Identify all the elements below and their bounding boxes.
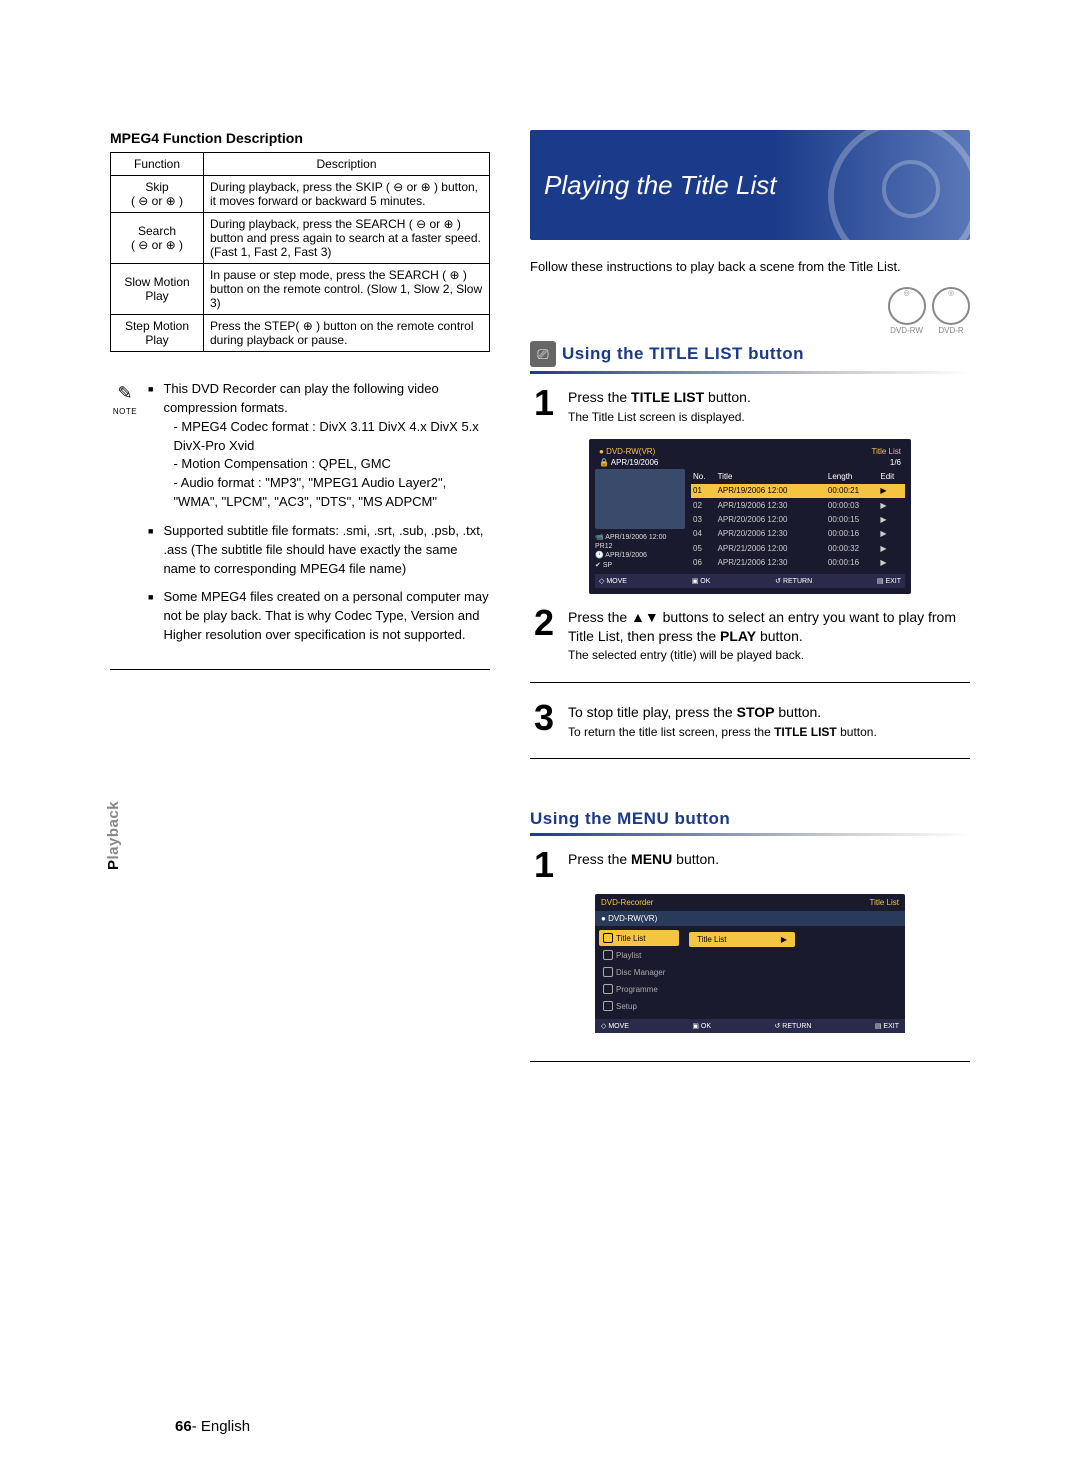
th-function: Function (111, 153, 204, 176)
note-block: ✎NOTE This DVD Recorder can play the fol… (110, 380, 490, 655)
fn-desc: In pause or step mode, press the SEARCH … (204, 264, 490, 315)
fn-name: Step Motion Play (111, 315, 204, 352)
banner-title: Playing the Title List (544, 170, 776, 201)
fn-name: Slow Motion Play (111, 264, 204, 315)
step-1: 1 Press the TITLE LIST button. The Title… (530, 388, 970, 425)
mpeg4-function-table: Function Description Skip( ⊖ or ⊕ ) Duri… (110, 152, 490, 352)
intro-text: Follow these instructions to play back a… (530, 258, 970, 276)
note-text: Supported subtitle file formats: .smi, .… (163, 522, 490, 579)
step-1b: 1 Press the MENU button. (530, 850, 970, 881)
subheading: Using the TITLE LIST button (562, 344, 804, 364)
note-icon: ✎NOTE (110, 380, 140, 655)
dvd-rw-icon: ◎DVD-RW (888, 287, 926, 325)
subheading-menu: Using the MENU button (530, 809, 970, 829)
note-sub: - Motion Compensation : QPEL, GMC (163, 455, 490, 474)
fn-name: Skip (145, 180, 168, 194)
fn-desc: Press the STEP( ⊕ ) button on the remote… (204, 315, 490, 352)
page-footer: 66- English (175, 1418, 250, 1435)
mpeg4-table-title: MPEG4 Function Description (110, 130, 490, 146)
dvd-r-icon: ◎DVD-R (932, 287, 970, 325)
menu-screenshot: DVD-RecorderTitle List ● DVD-RW(VR) Titl… (595, 894, 905, 1033)
note-text: This DVD Recorder can play the following… (163, 381, 438, 415)
note-sub: - MPEG4 Codec format : DivX 3.11 DivX 4.… (163, 418, 490, 456)
step-3: 3 To stop title play, press the STOP but… (530, 703, 970, 740)
step-2: 2 Press the ▲▼ buttons to select an entr… (530, 608, 970, 664)
table-row: Search( ⊖ or ⊕ ) During playback, press … (111, 213, 490, 264)
disc-icons: ◎DVD-RW ◎DVD-R (530, 282, 970, 325)
fn-desc: During playback, press the SEARCH ( ⊖ or… (204, 213, 490, 264)
page-content: MPEG4 Function Description Function Desc… (110, 130, 970, 1390)
th-description: Description (204, 153, 490, 176)
fn-sub: ( ⊖ or ⊕ ) (131, 194, 183, 208)
divider (110, 669, 490, 670)
fn-name: Search (138, 224, 176, 238)
table-row: Skip( ⊖ or ⊕ ) During playback, press th… (111, 176, 490, 213)
title-list-screenshot: ● DVD-RW(VR)Title List 🔒 APR/19/20061/6 … (589, 439, 911, 593)
title-banner: Playing the Title List (530, 130, 970, 240)
note-text: Some MPEG4 files created on a personal c… (163, 588, 490, 645)
table-row: Step Motion Play Press the STEP( ⊕ ) but… (111, 315, 490, 352)
table-row: Slow Motion Play In pause or step mode, … (111, 264, 490, 315)
fn-sub: ( ⊖ or ⊕ ) (131, 238, 183, 252)
fn-desc: During playback, press the SKIP ( ⊖ or ⊕… (204, 176, 490, 213)
remote-icon: ⎚ (530, 341, 556, 367)
note-sub: - Audio format : "MP3", "MPEG1 Audio Lay… (163, 474, 490, 512)
